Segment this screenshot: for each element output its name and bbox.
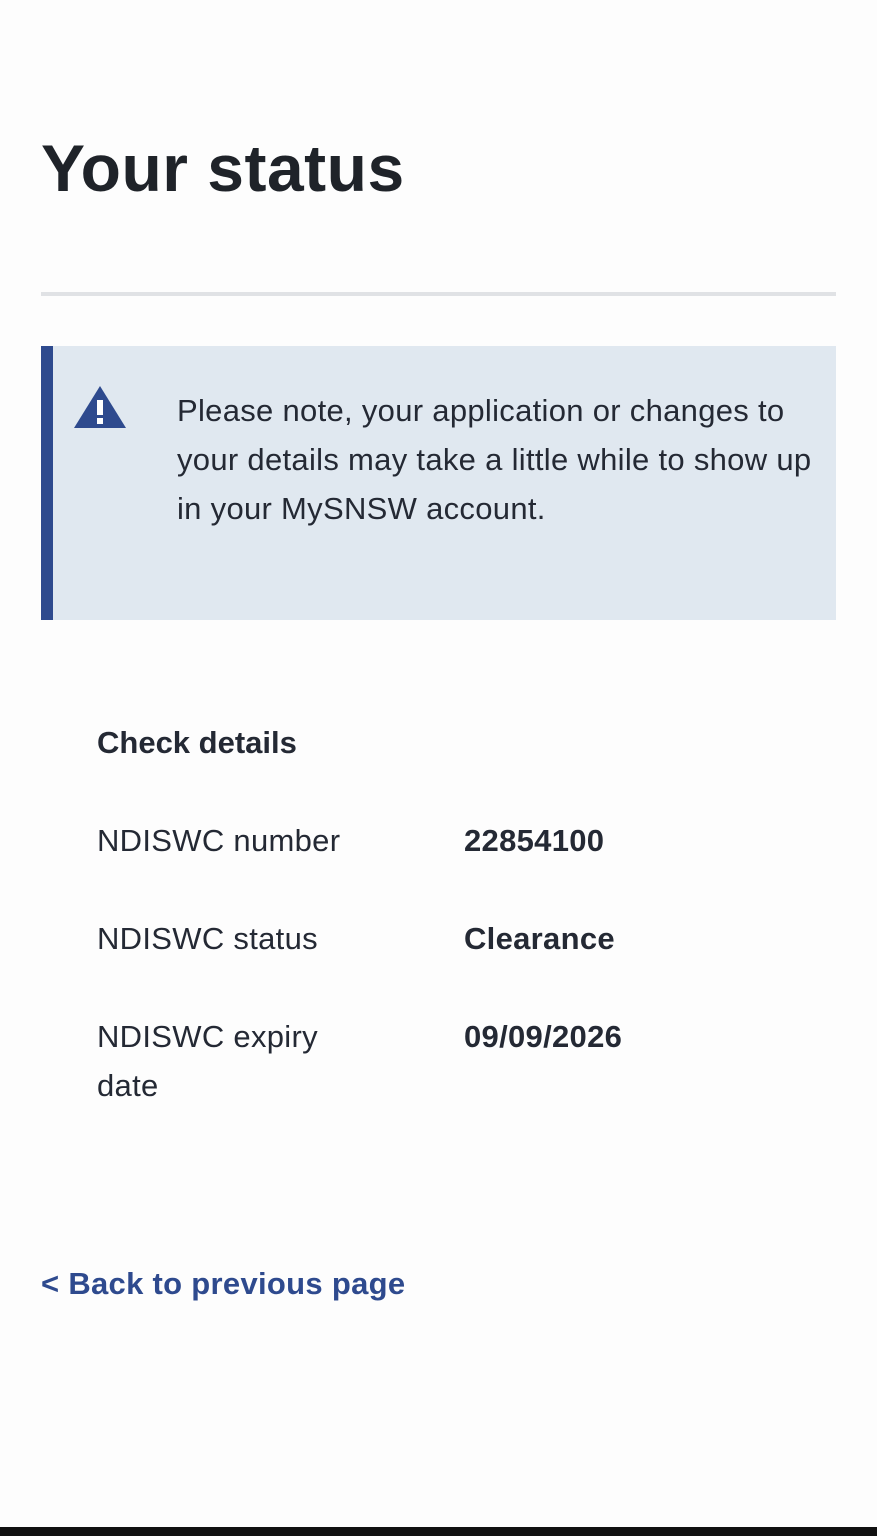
notice-text: Please note, your application or changes… (177, 393, 812, 526)
page-title: Your status (41, 131, 405, 205)
detail-value: Clearance (464, 921, 615, 956)
detail-label: NDISWC expiry date (97, 1019, 318, 1103)
back-to-previous-page-link[interactable]: < Back to previous page (41, 1262, 405, 1306)
detail-label: NDISWC number (97, 823, 341, 858)
bottom-bar (0, 1527, 877, 1536)
title-divider (41, 292, 836, 296)
detail-value: 09/09/2026 (464, 1019, 623, 1054)
notice-banner: Please note, your application or changes… (41, 346, 836, 620)
detail-label: NDISWC status (97, 921, 318, 956)
detail-value: 22854100 (464, 823, 605, 858)
check-details-heading: Check details (97, 725, 297, 760)
warning-icon (72, 384, 128, 432)
